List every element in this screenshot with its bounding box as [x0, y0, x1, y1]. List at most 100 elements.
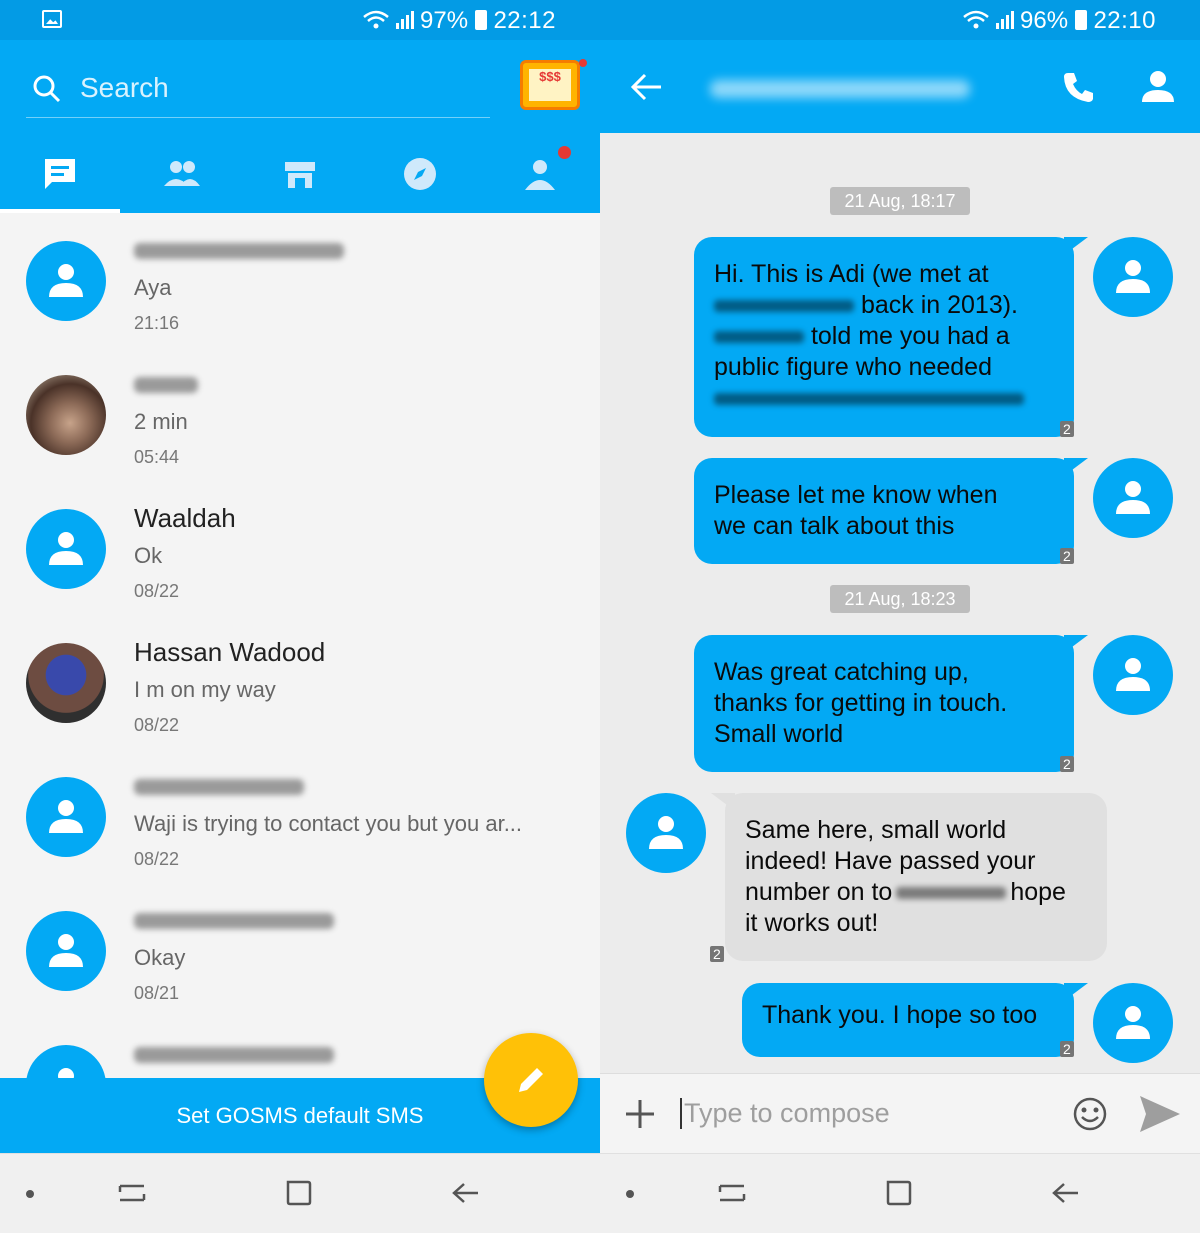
chat-icon	[45, 159, 75, 189]
contact-name-redacted	[134, 377, 198, 393]
message-line: Hi. This is Adi (we met at	[714, 260, 989, 288]
person-icon	[1116, 1006, 1150, 1039]
message-line: it works out!	[745, 909, 879, 937]
system-nav-bar	[0, 1153, 600, 1233]
sim-badge: 2	[1060, 548, 1074, 564]
list-item[interactable]: Okay 08/21	[0, 903, 600, 1037]
nav-dot	[626, 1190, 634, 1198]
message-time: 08/22	[134, 849, 180, 869]
nav-back-icon[interactable]	[450, 1178, 482, 1208]
message-line: Thank you. I hope so too	[762, 1001, 1038, 1029]
system-nav-bar	[600, 1153, 1200, 1233]
message-line: back in 2013).	[714, 290, 1054, 321]
battery-icon	[1075, 10, 1087, 30]
home-icon[interactable]	[884, 1178, 914, 1208]
contact-name-redacted	[134, 1047, 334, 1063]
message-text: back in 2013).	[860, 291, 1018, 319]
battery-percent: 97%	[420, 7, 469, 34]
back-arrow-icon[interactable]	[630, 72, 664, 102]
battery-percent: 96%	[1020, 7, 1069, 34]
list-item[interactable]: Hassan Wadood I m on my way 08/22	[0, 635, 600, 769]
sim-badge: 2	[1060, 421, 1074, 437]
person-icon	[49, 264, 83, 297]
send-icon[interactable]	[1138, 1092, 1182, 1136]
message-bubble-outgoing[interactable]: Hi. This is Adi (we met at back in 2013)…	[694, 237, 1088, 437]
avatar	[1093, 458, 1173, 538]
recent-apps-icon[interactable]	[716, 1178, 748, 1208]
message-line	[714, 383, 1054, 414]
message-text: told me you had a	[810, 322, 1010, 350]
avatar	[26, 241, 106, 321]
date-chip: 21 Aug, 18:17	[830, 187, 970, 215]
contact-name-redacted	[710, 80, 970, 98]
emoji-icon[interactable]	[1072, 1096, 1108, 1132]
contact-icon[interactable]	[1140, 68, 1176, 104]
redacted-text	[714, 393, 1024, 406]
message-preview: Ok	[134, 543, 163, 568]
message-time: 08/22	[134, 581, 180, 601]
avatar	[1093, 237, 1173, 317]
person-icon	[49, 800, 83, 833]
list-item[interactable]: Waaldah Ok 08/22	[0, 501, 600, 635]
search-icon	[33, 75, 61, 103]
avatar	[26, 375, 106, 455]
avatar	[26, 911, 106, 991]
message-bubble-outgoing[interactable]: Please let me know when we can talk abou…	[694, 458, 1088, 564]
list-item[interactable]: 2 min 05:44	[0, 367, 600, 501]
avatar	[26, 509, 106, 589]
redacted-text	[896, 887, 1007, 900]
nav-dot	[26, 1190, 34, 1198]
compose-button[interactable]	[484, 1033, 578, 1127]
list-item[interactable]: Waji is trying to contact you but you ar…	[0, 769, 600, 903]
person-icon	[58, 1068, 74, 1078]
tab-bar	[0, 140, 600, 213]
tab-profile[interactable]	[480, 140, 600, 213]
contact-name-redacted	[134, 779, 304, 795]
person-icon	[1116, 260, 1150, 293]
message-bubble-outgoing[interactable]: Thank you. I hope so too	[742, 983, 1088, 1057]
home-icon[interactable]	[284, 1178, 314, 1208]
wifi-icon	[363, 10, 414, 29]
app-header: Search $$$	[0, 40, 600, 213]
contact-name-redacted	[134, 243, 344, 259]
redacted-text	[714, 300, 854, 313]
avatar	[26, 643, 106, 723]
message-bubble-outgoing[interactable]: Was great catching up, thanks for gettin…	[694, 635, 1088, 772]
message-preview: Okay	[134, 945, 186, 970]
slot-machine-icon[interactable]: $$$	[520, 59, 587, 110]
tab-explore[interactable]	[360, 140, 480, 213]
phone-icon[interactable]	[1062, 70, 1096, 104]
contacts-icon	[164, 161, 200, 186]
tab-messages[interactable]	[0, 140, 120, 213]
wifi-icon	[963, 10, 1014, 29]
recent-apps-icon[interactable]	[116, 1178, 148, 1208]
message-time: 05:44	[134, 447, 180, 467]
plus-icon[interactable]	[624, 1098, 656, 1130]
sim-badge: 2	[1060, 756, 1074, 772]
tab-contacts[interactable]	[120, 140, 240, 213]
sim-badge: 2	[1060, 1041, 1074, 1057]
conversation-header	[600, 40, 1200, 133]
message-text: number on to	[745, 878, 893, 906]
avatar	[1093, 635, 1173, 715]
compose-input[interactable]: Type to compose	[680, 1098, 890, 1129]
compose-bar: Type to compose	[600, 1073, 1200, 1153]
status-bar: 96% 22:10	[600, 0, 1200, 40]
message-line: thanks for getting in touch.	[714, 689, 1008, 717]
pencil-icon	[519, 1068, 543, 1092]
message-line: we can talk about this	[714, 512, 955, 540]
message-line: Was great catching up,	[714, 658, 969, 686]
message-time: 08/22	[134, 715, 180, 735]
person-icon	[649, 816, 683, 849]
date-chip: 21 Aug, 18:23	[830, 585, 970, 613]
list-item[interactable]: Aya 21:16	[0, 233, 600, 367]
tab-store[interactable]	[240, 140, 360, 213]
message-preview: I m on my way	[134, 677, 276, 702]
message-line: Please let me know when	[714, 481, 998, 509]
search-bar[interactable]: Search	[26, 68, 490, 118]
slot-label: $$$	[529, 69, 571, 101]
message-bubble-incoming[interactable]: Same here, small world indeed! Have pass…	[711, 793, 1107, 961]
nav-back-icon[interactable]	[1050, 1178, 1082, 1208]
contact-name: Waaldah	[134, 503, 236, 533]
notification-dot	[558, 146, 571, 159]
